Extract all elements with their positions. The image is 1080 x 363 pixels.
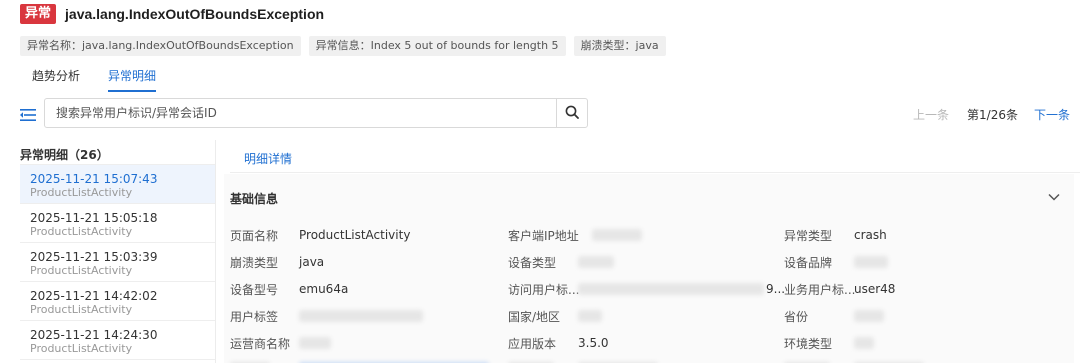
field-label: 用户标签: [230, 309, 279, 324]
field-label: 业务用户标...: [784, 282, 856, 297]
field-label: 国家/地区: [508, 309, 561, 324]
field-page-name: 页面名称 ProductListActivity: [230, 226, 410, 244]
field-exception-type: 异常类型 crash: [784, 226, 887, 244]
search-input[interactable]: [45, 99, 556, 127]
list-item-time: 2025-11-21 14:42:02: [30, 289, 158, 303]
field-client-ip: 客户端IP地址: [508, 226, 642, 244]
search-field: [44, 98, 557, 128]
exception-header: 异常 java.lang.IndexOutOfBoundsException: [20, 4, 324, 24]
list-item[interactable]: 2025-11-21 15:05:18 ProductListActivity: [20, 204, 215, 243]
field-value: emu64a: [299, 282, 349, 296]
section-title: 基础信息: [230, 192, 279, 206]
field-label: 设备类型: [508, 255, 557, 270]
field-label: 设备型号: [230, 282, 279, 297]
collapse-menu-icon[interactable]: [20, 108, 36, 122]
redacted-value: [854, 256, 888, 268]
field-device-model: 设备型号 emu64a: [230, 280, 348, 298]
field-country: 国家/地区: [508, 307, 602, 325]
redacted-value: [578, 310, 602, 322]
redacted-value: [299, 310, 423, 322]
field-value: crash: [854, 228, 887, 242]
field-label: 运营商名称: [230, 336, 291, 351]
field-value: 9...: [766, 282, 786, 296]
field-device-brand: 设备品牌: [784, 253, 888, 271]
field-label: 环境类型: [784, 336, 833, 351]
redacted-value: [592, 229, 642, 241]
page-title: java.lang.IndexOutOfBoundsException: [65, 6, 325, 22]
pager: 上一条 第1/26条 下一条: [913, 106, 1070, 123]
summary-tags: 异常名称：java.lang.IndexOutOfBoundsException…: [20, 36, 666, 56]
redacted-value: [578, 283, 764, 295]
field-label: 页面名称: [230, 228, 279, 243]
list-item-activity: ProductListActivity: [30, 264, 133, 277]
tag-exception-message: 异常信息：Index 5 out of bounds for length 5: [308, 36, 566, 56]
tab-exception-details[interactable]: 异常明细: [94, 64, 170, 92]
list-item-activity: ProductListActivity: [30, 342, 133, 355]
list-item-time: 2025-11-21 15:07:43: [30, 172, 158, 186]
prev-button[interactable]: 上一条: [913, 106, 949, 123]
main-tabs: 趋势分析 异常明细: [20, 64, 1080, 92]
field-label: 应用版本: [508, 336, 557, 351]
next-button[interactable]: 下一条: [1034, 106, 1070, 123]
field-label: 客户端IP地址: [508, 228, 579, 243]
field-visit-user-id: 访问用户标... 9...: [508, 280, 785, 298]
redacted-value: [854, 337, 874, 349]
basic-info-section: 基础信息 页面名称 ProductListActivity 客户端IP地址 异常…: [224, 174, 1074, 363]
chevron-down-icon[interactable]: [1048, 190, 1060, 201]
list-item-time: 2025-11-21 15:05:18: [30, 211, 158, 225]
list-item-activity: ProductListActivity: [30, 186, 133, 199]
search-button[interactable]: [556, 98, 588, 128]
tag-exception-name: 异常名称：java.lang.IndexOutOfBoundsException: [20, 36, 301, 56]
field-label: 访问用户标...: [508, 282, 580, 297]
list-item[interactable]: 2025-11-21 15:07:43 ProductListActivity: [20, 165, 215, 204]
field-env-type: 环境类型: [784, 334, 874, 352]
field-label: 崩溃类型: [230, 255, 279, 270]
detail-panel: 明细详情 基础信息 页面名称 ProductListActivity 客户端IP…: [224, 140, 1080, 363]
field-value: java: [299, 255, 325, 269]
exception-list-panel: 异常明细（26） 2025-11-21 15:07:43 ProductList…: [20, 140, 216, 363]
tag-crash-type: 崩溃类型：java: [573, 36, 666, 56]
list-item-time: 2025-11-21 15:03:39: [30, 250, 158, 264]
search-icon: [565, 105, 579, 122]
field-province: 省份: [784, 307, 884, 325]
redacted-value: [299, 337, 331, 349]
field-app-version: 应用版本 3.5.0: [508, 334, 609, 352]
field-biz-user-id: 业务用户标... user48: [784, 280, 895, 298]
exception-badge: 异常: [20, 4, 57, 24]
list-item-activity: ProductListActivity: [30, 225, 133, 238]
field-device-type: 设备类型: [508, 253, 614, 271]
list-item[interactable]: 2025-11-21 15:03:39 ProductListActivity: [20, 243, 215, 282]
list-item[interactable]: 2025-11-21 14:24:30 ProductListActivity: [20, 321, 215, 360]
field-value: ProductListActivity: [299, 228, 411, 242]
detail-tabs: 明细详情: [229, 140, 1080, 176]
field-label: 设备品牌: [784, 255, 833, 270]
list-item-activity: ProductListActivity: [30, 303, 133, 316]
field-label: 异常类型: [784, 228, 833, 243]
tab-detail-info[interactable]: 明细详情: [229, 150, 307, 176]
page-indicator: 第1/26条: [967, 108, 1018, 122]
redacted-value: [578, 256, 614, 268]
list-title: 异常明细（26）: [20, 148, 109, 162]
field-crash-type: 崩溃类型 java: [230, 253, 324, 271]
field-value: user48: [854, 282, 896, 296]
redacted-value: [854, 310, 884, 322]
field-user-tag: 用户标签: [230, 307, 423, 325]
field-carrier: 运营商名称: [230, 334, 331, 352]
list-item-time: 2025-11-21 14:24:30: [30, 328, 158, 342]
exception-list: 2025-11-21 15:07:43 ProductListActivity …: [20, 164, 215, 360]
tab-trend-analysis[interactable]: 趋势分析: [20, 64, 94, 92]
search-bar: 上一条 第1/26条 下一条: [0, 98, 1080, 132]
field-label: 省份: [784, 309, 809, 324]
list-item[interactable]: 2025-11-21 14:42:02 ProductListActivity: [20, 282, 215, 321]
field-value: 3.5.0: [578, 336, 609, 350]
